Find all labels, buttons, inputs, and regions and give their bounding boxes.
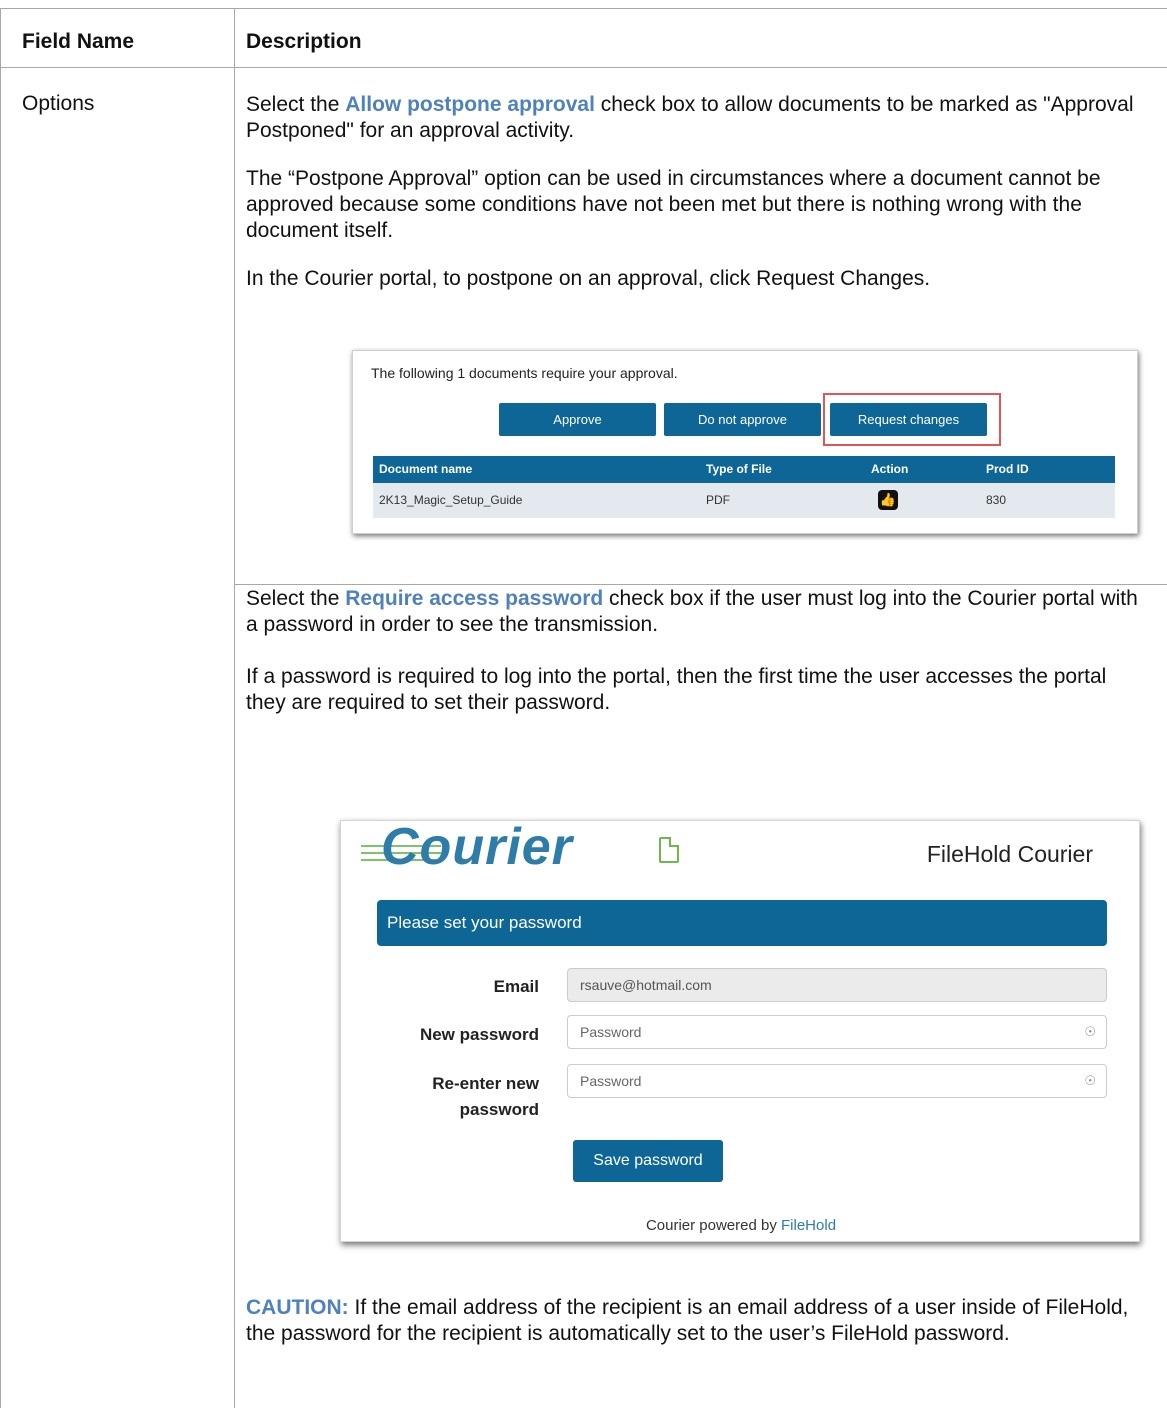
request-changes-callout xyxy=(823,393,1001,446)
reveal-password-icon[interactable]: ☉ xyxy=(1084,1016,1096,1048)
approval-screenshot: The following 1 documents require your a… xyxy=(352,350,1138,534)
table-left-border xyxy=(0,8,1,1408)
save-password-button[interactable]: Save password xyxy=(573,1140,723,1182)
column-divider xyxy=(234,8,235,1408)
allow-postpone-paragraph: Select the Allow postpone approval check… xyxy=(246,93,1134,142)
header-description: Description xyxy=(246,30,362,53)
document-name-cell[interactable]: 2K13_Magic_Setup_Guide xyxy=(379,483,522,518)
col-document-name: Document name xyxy=(379,462,473,476)
file-type-cell: PDF xyxy=(706,493,730,507)
allow-postpone-term: Allow postpone approval xyxy=(345,93,595,116)
email-label: Email xyxy=(493,977,539,996)
table-top-border xyxy=(0,8,1167,9)
approve-button[interactable]: Approve xyxy=(499,403,656,436)
field-name-options: Options xyxy=(22,92,95,115)
reveal-password-icon[interactable]: ☉ xyxy=(1084,1065,1096,1097)
email-field: rsauve@hotmail.com xyxy=(567,968,1107,1002)
do-not-approve-button[interactable]: Do not approve xyxy=(664,403,821,436)
documents-table-header: Document name Type of File Action Prod I… xyxy=(373,456,1115,483)
prod-id-cell: 830 xyxy=(986,493,1007,507)
set-password-banner: Please set your password xyxy=(377,900,1107,946)
reenter-password-field[interactable]: Password ☉ xyxy=(567,1064,1107,1098)
new-password-field[interactable]: Password ☉ xyxy=(567,1015,1107,1049)
powered-by-footer: Courier powered by FileHold xyxy=(645,1217,837,1234)
password-explanation: If a password is required to log into th… xyxy=(246,665,1107,714)
filehold-link[interactable]: FileHold xyxy=(781,1217,836,1234)
table-row: 2K13_Magic_Setup_Guide PDF 👍 830 xyxy=(373,483,1115,518)
col-prod-id: Prod ID xyxy=(986,462,1029,476)
new-password-label: New password xyxy=(419,1025,539,1044)
postpone-explanation: The “Postpone Approval” option can be us… xyxy=(246,167,1101,242)
header-field-name: Field Name xyxy=(22,30,135,53)
require-password-term: Require access password xyxy=(345,587,604,610)
courier-portal-instruction: In the Courier portal, to postpone on an… xyxy=(246,267,931,290)
document-icon xyxy=(659,837,679,863)
row-divider xyxy=(234,584,1167,585)
reenter-password-label: Re-enter new password xyxy=(432,1074,539,1119)
thumbs-up-icon[interactable]: 👍 xyxy=(878,490,898,510)
password-screenshot-full: Courier FileHold Courier Please set your… xyxy=(340,820,1140,1242)
courier-logo: Courier xyxy=(381,820,573,876)
col-action: Action xyxy=(871,462,909,476)
col-type-of-file: Type of File xyxy=(706,462,772,476)
approval-intro: The following 1 documents require your a… xyxy=(371,365,678,381)
caution-label: CAUTION: xyxy=(246,1296,349,1319)
caution-paragraph: CAUTION: If the email address of the rec… xyxy=(246,1296,1129,1345)
require-password-paragraph: Select the Require access password check… xyxy=(246,587,1138,636)
brand-title: FileHold Courier xyxy=(926,841,1093,867)
header-bottom-border xyxy=(0,67,1167,68)
